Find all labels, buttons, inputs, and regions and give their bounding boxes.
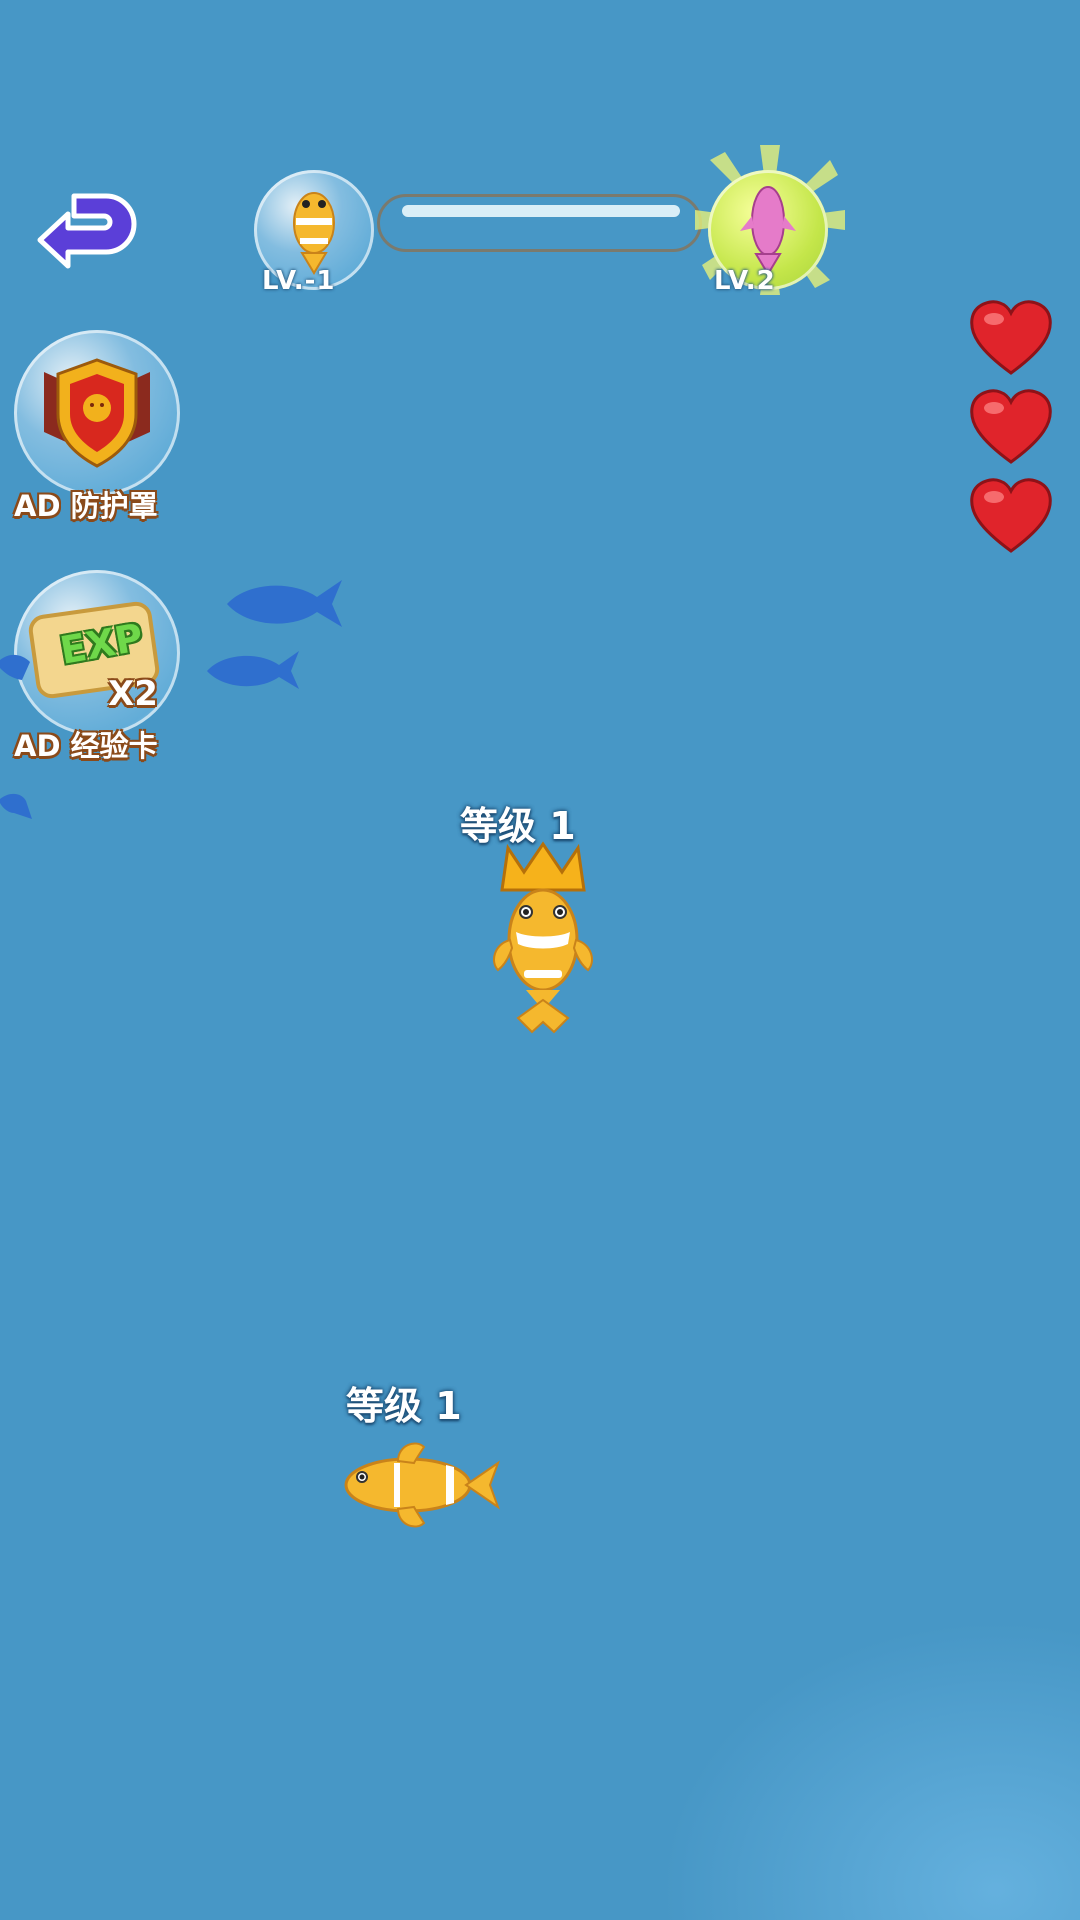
- fish-silhouette-icon: [0, 793, 32, 819]
- current-level-label: LV.-1: [262, 266, 336, 296]
- shield-powerup-bubble: [14, 330, 180, 496]
- enemy-fish-label: 等级 1: [346, 1384, 462, 1428]
- clownfish-icon: [344, 1442, 501, 1528]
- back-button[interactable]: [30, 178, 140, 278]
- pink-fish-icon: [740, 186, 796, 276]
- shield-powerup-label: AD 防护罩: [14, 489, 158, 523]
- level-progress-bar: [377, 194, 702, 252]
- crowned-clownfish-icon: [493, 841, 593, 1034]
- current-level-bubble: LV.-1: [254, 170, 374, 296]
- exp-multiplier-label: X2: [108, 674, 158, 714]
- water-glow: [660, 1620, 1080, 1920]
- exp-powerup-bubble: EXP X2: [14, 570, 180, 736]
- progress-bar-shine: [402, 205, 680, 217]
- exp-powerup-label: AD 经验卡: [14, 729, 158, 763]
- shield-icon: [44, 358, 150, 468]
- back-arrow-icon: [37, 193, 137, 269]
- clownfish-icon: [293, 192, 335, 275]
- fish-silhouette-icon: [0, 654, 30, 680]
- heart-icon: [970, 389, 1052, 464]
- next-level-label: LV.2: [714, 266, 776, 296]
- fish-silhouette-icon: [227, 580, 342, 627]
- heart-icon: [970, 478, 1052, 553]
- shield-powerup-button[interactable]: AD 防护罩: [12, 330, 192, 530]
- fish-silhouette-icon: [207, 651, 299, 689]
- next-level-bubble: LV.2: [708, 170, 828, 296]
- exp-powerup-button[interactable]: EXP X2 AD 经验卡: [12, 570, 192, 770]
- heart-icon: [970, 300, 1052, 375]
